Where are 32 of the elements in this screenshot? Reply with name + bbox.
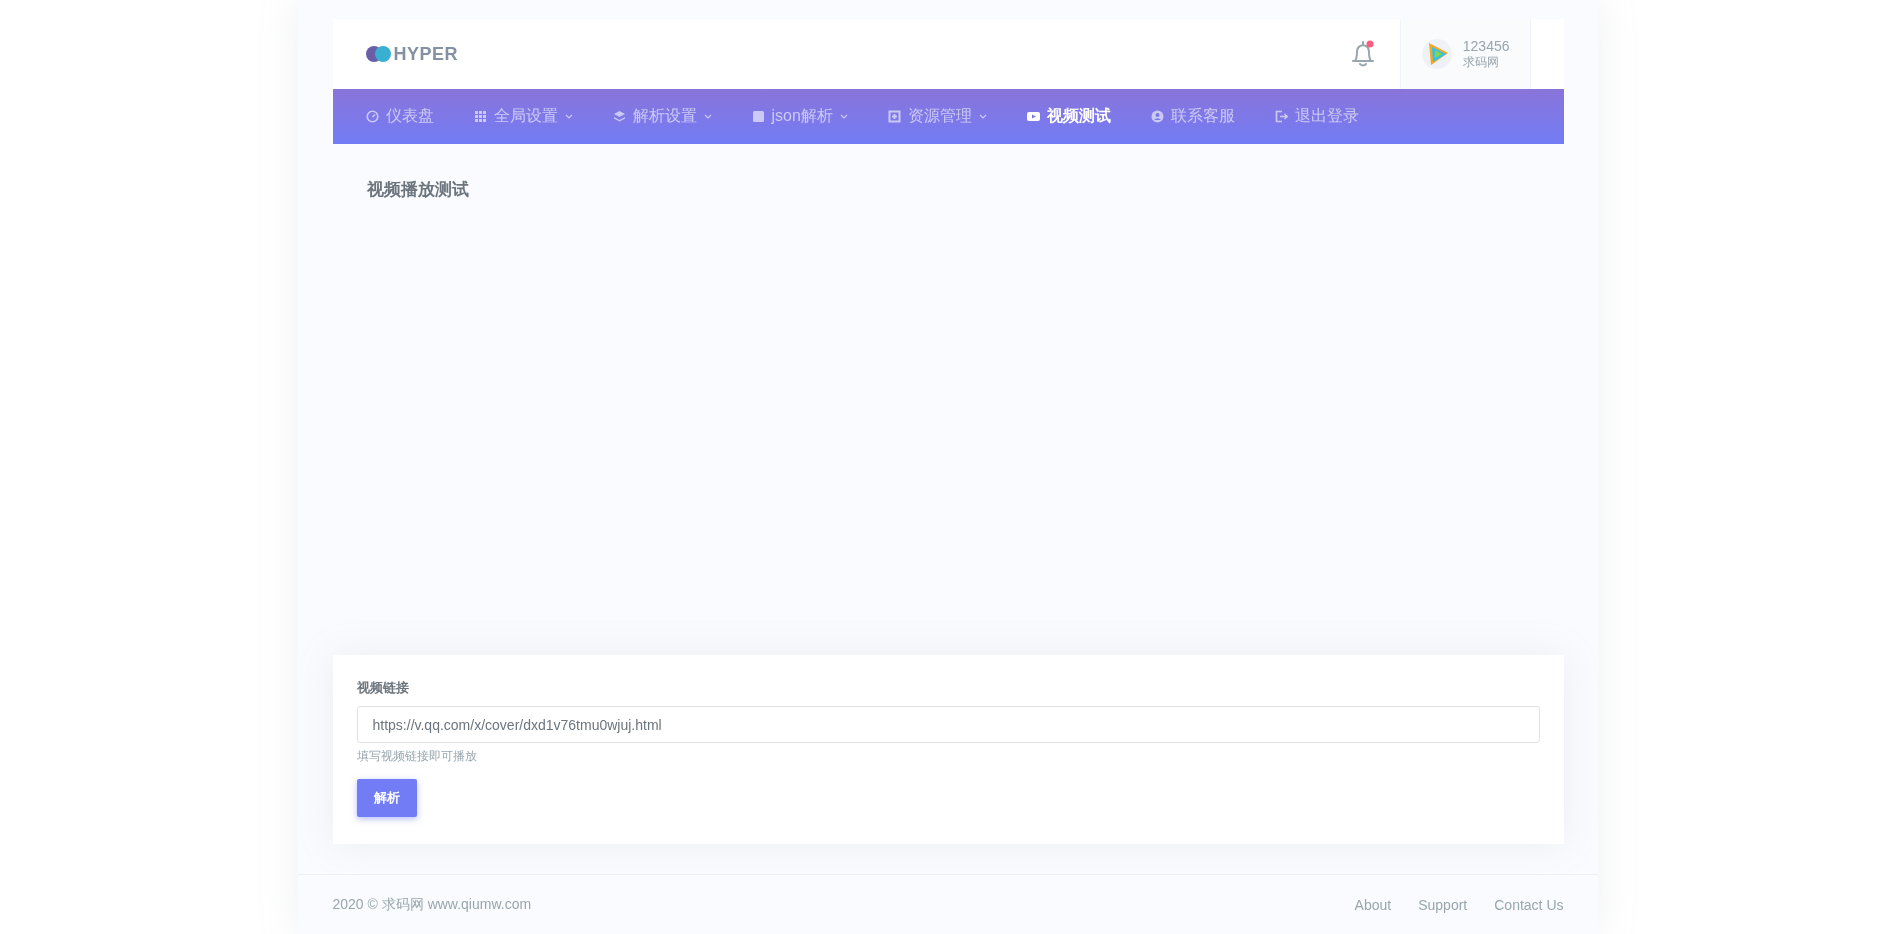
copyright-text: 2020 © 求码网 www.qiumw.com <box>332 895 532 914</box>
logo-text: HYPER <box>393 43 458 65</box>
exit-icon <box>1274 110 1288 123</box>
person-circle-icon <box>1150 110 1164 123</box>
nav-item[interactable]: 资源管理 <box>887 106 987 127</box>
page-title: 视频播放测试 <box>365 179 470 201</box>
gauge-icon <box>365 110 379 123</box>
footer-link[interactable]: About <box>1354 896 1392 913</box>
avatar-icon <box>1420 38 1453 70</box>
play-icon <box>1026 110 1040 123</box>
notification-button[interactable] <box>1349 40 1376 68</box>
user-menu[interactable]: 123456 求码网 <box>1399 19 1531 89</box>
field-label: 视频链接 <box>356 679 409 697</box>
nav-item[interactable]: 联系客服 <box>1150 106 1235 127</box>
video-url-field[interactable]: https://v.qq.com/x/cover/dxd1v76tmu0wjuj.html <box>356 706 1540 743</box>
nav-item[interactable]: 退出登录 <box>1274 106 1359 127</box>
nav-item[interactable]: 全局设置 <box>473 106 573 127</box>
nav-item[interactable]: 视频测试 <box>1026 106 1111 127</box>
footer-link[interactable]: Support <box>1418 896 1468 913</box>
nav-item[interactable]: json解析 <box>751 106 848 127</box>
parse-button[interactable]: 解析 <box>356 779 417 817</box>
layers-icon <box>612 110 626 123</box>
user-subtitle: 求码网 <box>1462 53 1500 71</box>
footer-link[interactable]: Contact Us <box>1494 896 1564 913</box>
nav-item[interactable]: 解析设置 <box>612 106 712 127</box>
user-name: 123456 <box>1462 37 1510 54</box>
help-text: 填写视频链接即可播放 <box>356 748 477 765</box>
grid-icon <box>473 110 487 123</box>
logo-icon <box>365 46 392 62</box>
square-icon <box>751 110 765 123</box>
frame-icon <box>887 110 901 123</box>
nav-item[interactable]: 仪表盘 <box>365 106 434 127</box>
